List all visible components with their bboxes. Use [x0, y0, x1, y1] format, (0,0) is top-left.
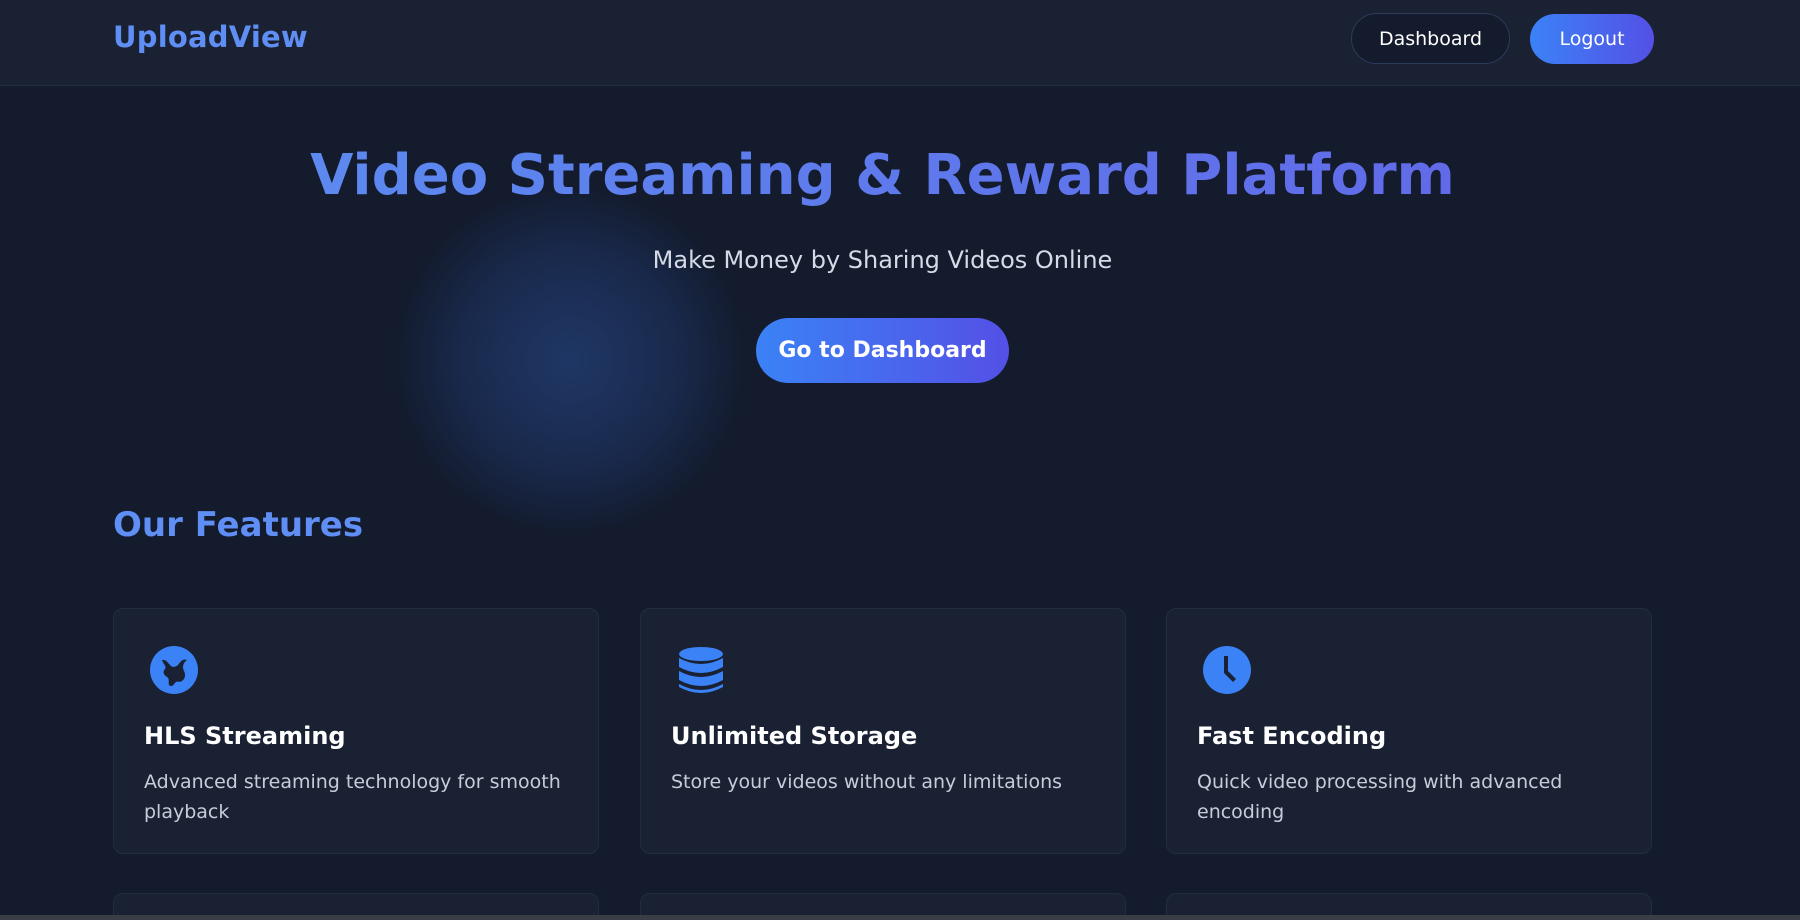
features-heading: Our Features: [113, 505, 364, 545]
feature-title: Unlimited Storage: [671, 722, 918, 750]
feature-title: HLS Streaming: [144, 722, 346, 750]
feature-description: Store your videos without any limitation…: [671, 771, 1063, 793]
feature-description: Quick video processing with advanced enc…: [1197, 771, 1563, 823]
brand-logo[interactable]: UploadView: [113, 20, 308, 54]
clock-icon: [1202, 645, 1252, 695]
hero-title: Video Streaming & Reward Platform: [0, 148, 1765, 212]
navbar: UploadView Dashboard Logout: [0, 0, 1800, 86]
feature-description: Advanced streaming technology for smooth…: [144, 771, 561, 823]
feature-card: Unlimited Storage Store your videos with…: [640, 608, 1126, 854]
hero-subtitle: Make Money by Sharing Videos Online: [652, 246, 1113, 274]
scrollbar-track: [0, 915, 1800, 920]
database-icon: [676, 645, 726, 695]
feature-card: HLS Streaming Advanced streaming technol…: [113, 608, 599, 854]
page: UploadView Dashboard Logout Video Stream…: [0, 0, 1800, 920]
feature-title: Fast Encoding: [1197, 722, 1387, 750]
dashboard-button[interactable]: Dashboard: [1351, 13, 1510, 64]
logout-button[interactable]: Logout: [1530, 14, 1654, 64]
go-to-dashboard-button[interactable]: Go to Dashboard: [756, 318, 1009, 383]
streaming-globe-icon: [149, 645, 199, 695]
background-glow: [395, 190, 745, 530]
feature-card: Fast Encoding Quick video processing wit…: [1166, 608, 1652, 854]
